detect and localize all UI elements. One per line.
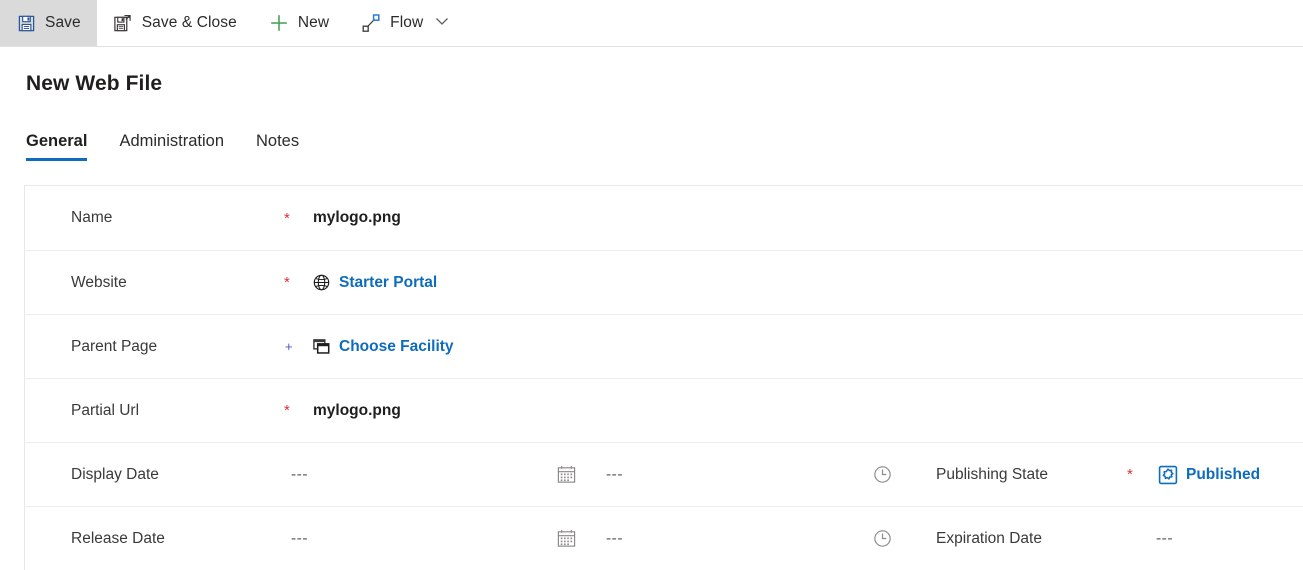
form-row: Display Date --- --- Publishing State * … xyxy=(25,442,1303,506)
save-and-close-button-label: Save & Close xyxy=(141,14,237,31)
field-value-release-time[interactable]: --- xyxy=(606,530,623,548)
recommended-marker-parent-page: + xyxy=(285,339,293,354)
field-link-publishing-state[interactable]: Published xyxy=(1186,466,1260,484)
field-label-release-date: Release Date xyxy=(71,529,165,547)
tab-notes[interactable]: Notes xyxy=(240,128,315,154)
required-marker-partial-url: * xyxy=(284,402,290,419)
clock-icon[interactable] xyxy=(871,528,893,550)
entity-published-icon xyxy=(1158,465,1178,485)
calendar-icon[interactable] xyxy=(555,464,577,486)
save-button[interactable]: Save xyxy=(0,0,97,46)
globe-icon xyxy=(311,273,331,293)
tab-strip: General Administration Notes xyxy=(26,128,315,161)
page-title: New Web File xyxy=(26,72,163,95)
field-value-name[interactable]: mylogo.png xyxy=(313,209,401,227)
chevron-down-icon xyxy=(433,12,451,35)
form-general: Name * mylogo.png Website * Starter Port… xyxy=(24,185,1303,570)
flow-overflow-chevron[interactable] xyxy=(429,0,463,46)
field-link-parent-page[interactable]: Choose Facility xyxy=(339,338,454,356)
required-marker-name: * xyxy=(284,209,290,227)
form-row: Website * Starter Portal xyxy=(25,250,1303,314)
save-icon xyxy=(16,13,36,33)
field-label-name: Name xyxy=(71,209,113,226)
field-value-partial-url[interactable]: mylogo.png xyxy=(313,402,401,420)
flow-icon xyxy=(361,13,381,33)
calendar-icon[interactable] xyxy=(555,528,577,550)
field-value-publishing-state[interactable]: Published xyxy=(1158,465,1260,485)
new-button-label: New xyxy=(297,14,330,31)
command-bar: Save Save & Close New Flow xyxy=(0,0,1303,47)
field-label-display-date: Display Date xyxy=(71,465,159,483)
plus-icon xyxy=(269,13,289,33)
form-row: Name * mylogo.png xyxy=(25,186,1303,250)
tab-administration[interactable]: Administration xyxy=(103,128,240,154)
clock-icon[interactable] xyxy=(871,464,893,486)
field-label-expiration-date: Expiration Date xyxy=(936,529,1042,547)
field-value-expiration-date[interactable]: --- xyxy=(1156,530,1173,548)
form-row: Parent Page + Choose Facility xyxy=(25,314,1303,378)
field-label-partial-url: Partial Url xyxy=(71,401,140,419)
form-row: Partial Url * mylogo.png xyxy=(25,378,1303,442)
required-marker-website: * xyxy=(284,274,290,291)
new-button[interactable]: New xyxy=(253,0,345,46)
form-row: Release Date --- --- Expiration Date --- xyxy=(25,506,1303,570)
field-label-publishing-state: Publishing State xyxy=(936,465,1049,483)
field-value-display-date[interactable]: --- xyxy=(291,466,308,484)
flow-button[interactable]: Flow xyxy=(345,0,429,46)
flow-button-label: Flow xyxy=(390,14,424,31)
field-value-display-time[interactable]: --- xyxy=(606,466,623,484)
required-marker-publishing-state: * xyxy=(1127,466,1133,483)
save-and-close-button[interactable]: Save & Close xyxy=(97,0,253,46)
save-and-close-icon xyxy=(113,13,133,33)
field-link-website[interactable]: Starter Portal xyxy=(339,274,437,292)
field-value-release-date[interactable]: --- xyxy=(291,530,308,548)
tab-general[interactable]: General xyxy=(26,128,103,161)
save-button-label: Save xyxy=(45,14,81,31)
field-value-parent-page[interactable]: Choose Facility xyxy=(311,337,454,357)
pages-icon xyxy=(311,337,331,357)
field-value-website[interactable]: Starter Portal xyxy=(311,273,437,293)
field-label-website: Website xyxy=(71,273,127,291)
field-label-parent-page: Parent Page xyxy=(71,337,158,355)
